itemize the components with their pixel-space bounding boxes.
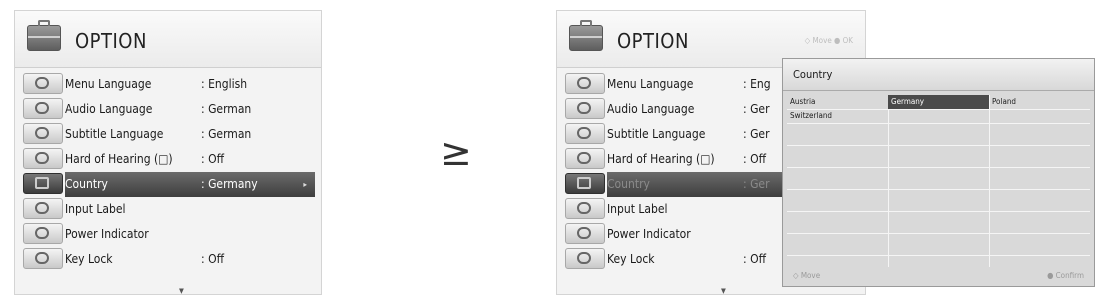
clock-category-icon[interactable] xyxy=(565,148,605,169)
grid-line xyxy=(787,255,1090,256)
option-list: Menu Language : English Audio Language :… xyxy=(65,72,315,272)
picture-category-icon[interactable] xyxy=(23,73,63,94)
item-label: Audio Language xyxy=(65,102,153,116)
grid-line xyxy=(787,167,1090,168)
option-menu-panel: OPTION Menu Language : English Audio Lan… xyxy=(14,10,322,295)
grid-line xyxy=(787,145,1090,146)
menu-title: OPTION xyxy=(617,29,689,53)
item-label: Hard of Hearing (□) xyxy=(65,152,173,166)
item-value: : German xyxy=(201,102,252,116)
grid-line xyxy=(888,95,889,267)
grid-line xyxy=(787,233,1090,234)
item-label: Key Lock xyxy=(607,252,655,266)
popup-title: Country xyxy=(783,59,1094,91)
grid-line xyxy=(787,211,1090,212)
country-popup: Country Austria Germany Poland Switzerla… xyxy=(782,58,1095,287)
country-option-switzerland[interactable]: Switzerland xyxy=(787,109,888,123)
menu-item-country[interactable]: Country : Germany ▸ xyxy=(65,172,315,197)
grid-line xyxy=(787,189,1090,190)
item-label: Menu Language xyxy=(607,77,694,91)
item-value: : Off xyxy=(201,152,224,166)
grid-line xyxy=(989,95,990,267)
item-label: Hard of Hearing (□) xyxy=(607,152,715,166)
country-option-germany[interactable]: Germany xyxy=(888,95,989,109)
option-category-icon[interactable] xyxy=(23,173,63,194)
item-label: Audio Language xyxy=(607,102,695,116)
picture-category-icon[interactable] xyxy=(565,73,605,94)
item-value: : Eng xyxy=(743,77,771,91)
confirm-hint: ● Confirm xyxy=(1047,271,1084,280)
audio-category-icon[interactable] xyxy=(23,123,63,144)
item-label: Power Indicator xyxy=(65,227,149,241)
menu-item-key-lock[interactable]: Key Lock : Off xyxy=(65,247,315,272)
item-label: Menu Language xyxy=(65,77,152,91)
transition-arrow-icon: ≥ xyxy=(440,130,472,174)
menu-item-input-label[interactable]: Input Label xyxy=(65,197,315,222)
tv-category-icon[interactable] xyxy=(23,98,63,119)
menu-item-subtitle-language[interactable]: Subtitle Language : German xyxy=(65,122,315,147)
grid-line xyxy=(787,123,1090,124)
scroll-down-icon[interactable]: ▼ xyxy=(721,287,726,295)
clock-category-icon[interactable] xyxy=(23,148,63,169)
item-value: : Off xyxy=(743,252,766,266)
usb-category-icon[interactable] xyxy=(23,248,63,269)
item-value: : Ger xyxy=(743,102,770,116)
item-value: : German xyxy=(201,127,252,141)
item-value: : Off xyxy=(743,152,766,166)
menu-item-hard-of-hearing[interactable]: Hard of Hearing (□) : Off xyxy=(65,147,315,172)
item-value: : Germany xyxy=(201,177,258,191)
item-label: Input Label xyxy=(607,202,668,216)
usb-category-icon[interactable] xyxy=(565,248,605,269)
lock-category-icon[interactable] xyxy=(23,198,63,219)
scroll-down-icon[interactable]: ▼ xyxy=(179,287,184,295)
navigation-hints: ◇ Move ● OK xyxy=(804,36,853,45)
item-value: : Off xyxy=(201,252,224,266)
item-value: : Ger xyxy=(743,127,770,141)
menu-title: OPTION xyxy=(75,29,147,53)
option-menu-header: OPTION xyxy=(15,11,321,68)
country-option-austria[interactable]: Austria xyxy=(787,95,888,109)
toolbox-icon xyxy=(569,20,603,51)
input-category-icon[interactable] xyxy=(23,223,63,244)
category-icon-column xyxy=(23,73,63,273)
audio-category-icon[interactable] xyxy=(565,123,605,144)
popup-footer: ◇ Move ● Confirm xyxy=(783,266,1094,286)
move-hint: ◇ Move xyxy=(793,271,821,280)
country-option-poland[interactable]: Poland xyxy=(989,95,1090,109)
item-label: Input Label xyxy=(65,202,126,216)
item-label: Country xyxy=(607,177,650,191)
item-value: : Ger xyxy=(743,177,770,191)
category-icon-column xyxy=(565,73,605,273)
toolbox-icon xyxy=(27,20,61,51)
option-category-icon[interactable] xyxy=(565,173,605,194)
item-value: : English xyxy=(201,77,248,91)
item-label: Power Indicator xyxy=(607,227,691,241)
chevron-right-icon: ▸ xyxy=(303,180,307,189)
lock-category-icon[interactable] xyxy=(565,198,605,219)
item-label: Subtitle Language xyxy=(607,127,706,141)
menu-item-power-indicator[interactable]: Power Indicator xyxy=(65,222,315,247)
item-label: Subtitle Language xyxy=(65,127,164,141)
menu-item-menu-language[interactable]: Menu Language : English xyxy=(65,72,315,97)
input-category-icon[interactable] xyxy=(565,223,605,244)
tv-category-icon[interactable] xyxy=(565,98,605,119)
menu-item-audio-language[interactable]: Audio Language : German xyxy=(65,97,315,122)
country-grid: Austria Germany Poland Switzerland xyxy=(787,95,1090,267)
item-label: Key Lock xyxy=(65,252,113,266)
item-label: Country xyxy=(65,177,108,191)
